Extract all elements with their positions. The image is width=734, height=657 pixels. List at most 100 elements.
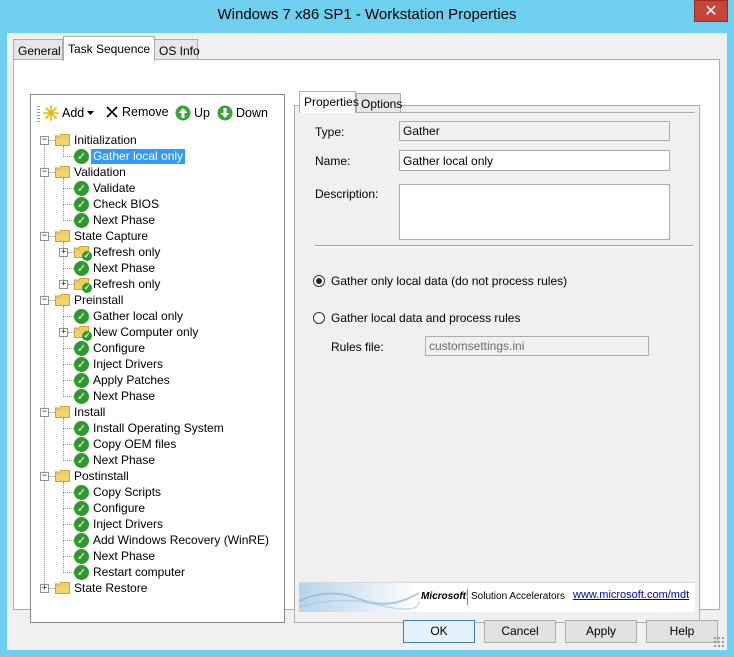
tree-group-item[interactable]: Validation: [55, 164, 128, 180]
radio-process-rules-label: Gather local data and process rules: [331, 311, 521, 325]
down-arrow-icon: [217, 105, 233, 121]
tree-step-item[interactable]: ✓ Restart computer: [74, 564, 187, 580]
tree-step-item[interactable]: ✓ Install Operating System: [74, 420, 226, 436]
tree-step-item[interactable]: ✓ Validate: [74, 180, 137, 196]
tree-group-item[interactable]: Postinstall: [55, 468, 131, 484]
name-input[interactable]: [399, 150, 670, 171]
tree-item-label: Next Phase: [93, 548, 156, 563]
ok-button[interactable]: OK: [403, 620, 475, 643]
tree-step-item[interactable]: ✓ Check BIOS: [74, 196, 161, 212]
tree-step-item[interactable]: ✓ Next Phase: [74, 388, 157, 404]
tree-step-item[interactable]: ✓ Inject Drivers: [74, 516, 165, 532]
tree-group-item[interactable]: State Restore: [55, 580, 149, 596]
tree-connector: [63, 428, 74, 429]
solution-accelerators-banner: Microsoft Solution Accelerators www.micr…: [299, 582, 695, 612]
tree-step-item[interactable]: ✓ Apply Patches: [74, 372, 172, 388]
radio-local-only-button[interactable]: [313, 275, 325, 287]
add-button[interactable]: Add: [43, 105, 95, 121]
remove-button[interactable]: Remove: [105, 105, 169, 119]
up-arrow-icon: [175, 105, 191, 121]
tree-step-item[interactable]: ✓ Add Windows Recovery (WinRE): [74, 532, 271, 548]
expand-icon[interactable]: +: [40, 584, 49, 593]
collapse-icon[interactable]: −: [40, 136, 49, 145]
expand-icon[interactable]: +: [59, 328, 68, 337]
properties-panel: Type: Gather Name: Description: Gather o…: [299, 112, 695, 611]
tab-options[interactable]: Options: [356, 93, 402, 113]
tree-connector: [63, 204, 74, 205]
task-sequence-tree[interactable]: Add Remove Up Down − Initialization ✓ Gathe…: [30, 94, 285, 623]
tree-item-label: Initialization: [74, 132, 137, 147]
tree-connector: [63, 348, 74, 349]
tree-step-item[interactable]: ✓ New Computer only: [74, 324, 200, 341]
remove-label: Remove: [122, 105, 169, 119]
tree-connector: [63, 268, 74, 269]
tree-connector: [63, 482, 64, 572]
tree-step-item[interactable]: ✓ Next Phase: [74, 452, 157, 468]
tree-step-item[interactable]: ✓ Configure: [74, 340, 147, 356]
collapse-icon[interactable]: −: [40, 472, 49, 481]
mdt-link[interactable]: www.microsoft.com/mdt: [573, 589, 689, 601]
radio-process-rules-button[interactable]: [313, 312, 325, 324]
tab-os-info[interactable]: OS Info: [154, 39, 200, 60]
folder-icon: [55, 582, 70, 594]
tree-step-item[interactable]: ✓ Gather local only: [74, 308, 185, 324]
tree-item-label: Gather local only: [93, 308, 184, 323]
resize-grip[interactable]: [713, 636, 725, 648]
collapse-icon[interactable]: −: [40, 408, 49, 417]
toolbar-grip[interactable]: [37, 106, 40, 122]
tree-step-item[interactable]: ✓ Inject Drivers: [74, 356, 165, 372]
radio-local-only[interactable]: Gather only local data (do not process r…: [313, 274, 567, 288]
folder-check-icon: ✓: [74, 326, 92, 341]
description-label: Description:: [315, 187, 379, 201]
tree-group-item[interactable]: Initialization: [55, 132, 139, 148]
dropdown-arrow-icon: [87, 110, 95, 115]
tree-connector: [63, 524, 74, 525]
tree-connector: [63, 572, 74, 573]
tree-step-item[interactable]: ✓ Copy OEM files: [74, 436, 178, 452]
tree-connector: [63, 508, 74, 509]
apply-button[interactable]: Apply: [565, 620, 637, 643]
tab-general[interactable]: General: [13, 39, 63, 60]
collapse-icon[interactable]: −: [40, 168, 49, 177]
add-label: Add: [62, 106, 85, 120]
close-button[interactable]: ✕: [694, 0, 728, 22]
tree-step-item[interactable]: ✓ Next Phase: [74, 212, 157, 228]
tab-task-sequence[interactable]: Task Sequence: [63, 36, 155, 61]
expand-icon[interactable]: +: [59, 248, 68, 257]
cancel-button[interactable]: Cancel: [484, 620, 556, 643]
tree-step-item[interactable]: ✓ Refresh only: [74, 276, 162, 293]
banner-divider: [467, 589, 468, 605]
separator: [315, 245, 693, 247]
green-check-icon: ✓: [74, 500, 89, 516]
rules-file-input[interactable]: customsettings.ini: [425, 336, 649, 356]
tree-step-item[interactable]: ✓ Next Phase: [74, 260, 157, 276]
radio-process-rules[interactable]: Gather local data and process rules: [313, 311, 520, 325]
radio-local-only-label: Gather only local data (do not process r…: [331, 274, 568, 288]
help-button[interactable]: Help: [646, 620, 718, 643]
tree-connector: [63, 316, 74, 317]
folder-icon: [55, 230, 70, 242]
expand-icon[interactable]: +: [59, 280, 68, 289]
collapse-icon[interactable]: −: [40, 232, 49, 241]
description-input[interactable]: [399, 184, 670, 240]
tree-item-label: Postinstall: [74, 468, 129, 483]
green-check-icon: ✓: [74, 436, 89, 452]
tree-step-item[interactable]: ✓ Gather local only: [74, 148, 186, 164]
tree-step-item[interactable]: ✓ Next Phase: [74, 548, 157, 564]
tree-group-item[interactable]: Preinstall: [55, 292, 125, 308]
green-check-icon: ✓: [74, 196, 89, 212]
down-button[interactable]: Down: [217, 105, 268, 121]
tree-group-item[interactable]: Install: [55, 404, 107, 420]
add-star-icon: [43, 105, 59, 121]
up-button[interactable]: Up: [175, 105, 210, 121]
tab-properties[interactable]: Properties: [299, 91, 359, 113]
tree-step-item[interactable]: ✓ Refresh only: [74, 244, 162, 261]
green-check-icon: ✓: [74, 548, 89, 564]
tree-step-item[interactable]: ✓ Copy Scripts: [74, 484, 163, 500]
tree-connector: [63, 364, 74, 365]
collapse-icon[interactable]: −: [40, 296, 49, 305]
green-check-icon: ✓: [74, 532, 89, 548]
tree-group-item[interactable]: State Capture: [55, 228, 150, 244]
tree-step-item[interactable]: ✓ Configure: [74, 500, 147, 516]
folder-icon: [55, 166, 70, 178]
